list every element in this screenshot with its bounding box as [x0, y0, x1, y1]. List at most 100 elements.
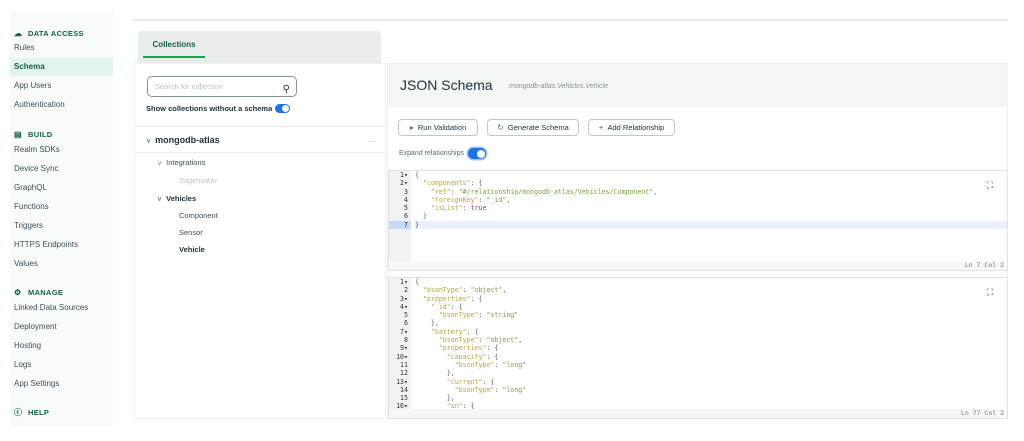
button-label: Run Validation — [417, 123, 467, 132]
help-icon: ⓒ — [14, 407, 23, 417]
section-label: HELP — [28, 408, 50, 417]
group-integrations[interactable]: ∨ Integrations — [157, 158, 205, 167]
sidebar-item-triggers[interactable]: Triggers — [10, 217, 113, 235]
code-line: "bsonType": "string" — [438, 311, 519, 320]
line-number: 4▾ — [400, 302, 408, 311]
line-number: 15 — [400, 394, 408, 403]
namespace-label: mongodb-atlas.Vehicles.Vehicle — [509, 83, 609, 90]
expand-relationships-row: Expand relationships — [399, 148, 486, 159]
divider — [135, 152, 385, 153]
cursor-position: Ln 77 Col 2 — [960, 409, 1004, 417]
section-label: MANAGE — [28, 288, 64, 297]
line-number: 7▾ — [400, 327, 408, 336]
section-label: DATA ACCESS — [28, 29, 84, 38]
code-line: "capacity": { — [446, 352, 499, 361]
expand-relationships-toggle[interactable] — [468, 148, 486, 159]
code-area[interactable]: { "bsonType": "object", "properties": { … — [415, 278, 1007, 411]
line-number: 6 — [404, 212, 408, 221]
chevron-down-icon: ∨ — [157, 196, 163, 203]
code-line: "bsonType": "long" — [454, 360, 527, 369]
collections-panel: Search for collection ⚲ Show collections … — [134, 63, 386, 419]
divider — [135, 126, 385, 127]
fullscreen-icon[interactable]: ⛶ — [987, 181, 993, 191]
code-line: { — [415, 278, 419, 286]
sidebar-item-app-users[interactable]: App Users — [10, 77, 113, 95]
line-number: 12 — [400, 369, 408, 378]
datasource-label: mongodb-atlas — [155, 135, 220, 145]
run-validation-button[interactable]: ▸ Run Validation — [398, 119, 478, 136]
sidebar-item-linked-data-sources[interactable]: Linked Data Sources — [10, 299, 113, 317]
relationship-editor[interactable]: 1▾ 2▾ 3 4 5 6 7 { "components": { "ref": "… — [388, 170, 1008, 271]
group-label: Integrations — [166, 158, 206, 167]
line-number: 5 — [404, 311, 408, 320]
search-icon: ⚲ — [282, 84, 290, 95]
sidebar-item-functions[interactable]: Functions — [10, 198, 113, 216]
collection-vehicle[interactable]: Vehicle — [179, 245, 205, 254]
schema-header: JSON Schema mongodb-atlas.Vehicles.Vehic… — [388, 64, 1007, 107]
code-line: }, — [415, 369, 455, 378]
code-line: "bsonType": "object", — [422, 286, 507, 295]
code-line: "bsonType": "object", — [438, 336, 523, 345]
sidebar-item-deployment[interactable]: Deployment — [10, 318, 113, 336]
code-line: "ref": "#/relationship/mongodb-atlas/Veh… — [430, 187, 658, 196]
collection-sagemaker[interactable]: Sagemaker — [179, 176, 217, 185]
line-number: 4 — [404, 195, 408, 204]
line-number: 10▾ — [396, 352, 408, 361]
cloud-icon: ☁ — [14, 28, 23, 38]
button-label: Add Relationship — [607, 123, 665, 132]
sidebar-item-graphql[interactable]: GraphQL — [10, 179, 113, 197]
code-line: }, — [415, 394, 455, 403]
line-number: 14 — [400, 385, 408, 394]
code-area[interactable]: { "components": { "ref": "#/relationship… — [415, 171, 1007, 230]
line-number: 6 — [404, 319, 408, 328]
sidebar-item-device-sync[interactable]: Device Sync — [10, 160, 113, 178]
search-input[interactable]: Search for collection ⚲ — [147, 76, 297, 97]
code-line: { — [415, 171, 419, 179]
code-line: "current": { — [446, 377, 495, 386]
collection-sensor[interactable]: Sensor — [179, 228, 203, 237]
code-line: "properties": { — [422, 294, 483, 303]
divider — [132, 19, 1008, 21]
more-options-icon[interactable]: … — [369, 135, 377, 144]
sidebar-item-rules[interactable]: Rules — [10, 39, 113, 57]
sidebar-item-https-endpoints[interactable]: HTTPS Endpoints — [10, 236, 113, 254]
code-line: "components": { — [422, 179, 483, 188]
code-line: "foreignKey": "_id", — [430, 195, 511, 204]
show-without-schema-toggle[interactable] — [275, 104, 291, 113]
line-number: 3 — [404, 187, 408, 196]
sidebar-item-realm-sdks[interactable]: Realm SDKs — [10, 141, 113, 159]
tab-collections[interactable]: Collections — [143, 31, 205, 58]
show-without-schema-label: Show collections without a schema — [146, 104, 273, 113]
schema-editor[interactable]: 1▾ 2 3▾ 4▾ 5 6 7▾ 8 9▾ 10▾ 11 12 13▾ 14 15 16▾ … — [388, 277, 1008, 419]
sidebar-item-schema[interactable]: Schema — [10, 58, 113, 76]
sidebar-item-hosting[interactable]: Hosting — [10, 337, 113, 355]
code-line: } — [415, 220, 1007, 230]
sidebar-item-authentication[interactable]: Authentication — [10, 96, 113, 114]
collection-component[interactable]: Component — [179, 211, 218, 220]
sidebar-section-data-access: ☁ DATA ACCESS — [14, 29, 84, 38]
sidebar-item-values[interactable]: Values — [10, 255, 113, 273]
generate-schema-button[interactable]: ↻ Generate Schema — [487, 119, 579, 136]
sidebar-section-manage: ⚙ MANAGE — [14, 288, 63, 297]
status-bar — [389, 261, 1007, 270]
line-number: 2▾ — [400, 179, 408, 188]
code-line: "_id": { — [430, 302, 463, 311]
add-relationship-button[interactable]: + Add Relationship — [588, 119, 675, 136]
code-line: "isList": true — [430, 204, 487, 213]
tab-bar: Collections — [138, 31, 381, 64]
cursor-position: Ln 7 Col 2 — [964, 261, 1004, 269]
code-line: "properties": { — [438, 344, 499, 353]
sidebar-item-app-settings[interactable]: App Settings — [10, 375, 113, 393]
show-without-schema-toggle-row: Show collections without a schema — [146, 104, 291, 113]
group-label: Vehicles — [166, 194, 197, 203]
group-vehicles[interactable]: ∨ Vehicles — [157, 194, 196, 203]
laptop-icon: ▤ — [14, 129, 22, 139]
line-number: 9▾ — [400, 344, 408, 353]
section-label: BUILD — [28, 130, 53, 139]
fullscreen-icon[interactable]: ⛶ — [987, 288, 993, 298]
play-icon: ▸ — [409, 123, 414, 132]
sidebar-item-logs[interactable]: Logs — [10, 356, 113, 374]
code-line: } — [415, 212, 427, 221]
sidebar: ☁ DATA ACCESS Rules Schema App Users Authenti… — [10, 12, 113, 427]
datasource-mongodb-atlas[interactable]: ∨ mongodb-atlas — [146, 135, 220, 145]
